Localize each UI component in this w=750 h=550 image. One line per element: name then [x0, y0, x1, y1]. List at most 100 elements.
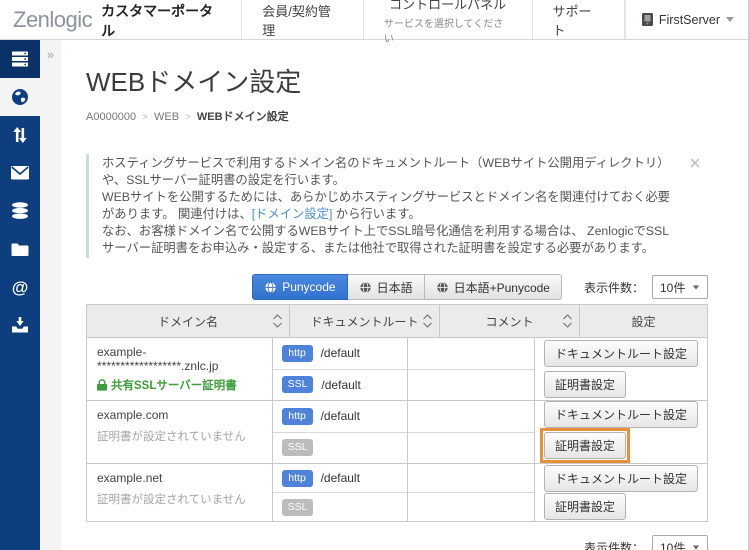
- nav-item-label: サポート: [553, 1, 604, 39]
- info-paragraph-3: なお、お客様ドメイン名で公開するWEBサイト上でSSL暗号化通信を利用する場合は…: [102, 223, 678, 257]
- docroot-settings-button[interactable]: ドキュメントルート設定: [544, 465, 698, 492]
- close-icon[interactable]: [688, 154, 702, 175]
- breadcrumb-current: WEBドメイン設定: [197, 111, 289, 123]
- ssl-docroot: SSL /default: [273, 370, 408, 401]
- domain-name: example.net: [97, 471, 262, 485]
- toggle-japanese[interactable]: 日本語: [348, 274, 425, 300]
- sidebar-item-mail[interactable]: [0, 154, 40, 192]
- domain-display-toggle: Punycode 日本語 日本語+Punycode: [252, 274, 562, 300]
- top-bar: Zenlogic カスタマーポータル 会員/契約管理 コントロールパネル サービ…: [0, 0, 750, 40]
- comment-ssl: [408, 370, 534, 401]
- globe-icon: [11, 88, 29, 106]
- page-size-label: 表示件数：: [584, 279, 644, 296]
- icon-sidebar: @: [0, 40, 40, 550]
- docroot-settings-button[interactable]: ドキュメントルート設定: [544, 401, 698, 428]
- sort-desc-icon: [273, 323, 282, 328]
- domain-table: ドメイン名 ドキュメントルート コメント: [86, 304, 708, 522]
- sidebar-item-email-address[interactable]: @: [0, 268, 40, 306]
- ssl-docroot: SSL: [273, 493, 408, 521]
- info-paragraph-1: ホスティングサービスで利用するドメイン名のドキュメントルート（WEBサイト公開用…: [102, 155, 678, 189]
- account-menu[interactable]: FirstServer: [625, 0, 750, 39]
- table-row: example- ******************.znlc.jp 共有SS…: [87, 337, 707, 400]
- breadcrumb-web[interactable]: WEB: [154, 111, 179, 123]
- globe-icon: [359, 281, 372, 294]
- column-label: コメント: [485, 313, 533, 330]
- sort-control[interactable]: [423, 315, 432, 328]
- sidebar-item-files[interactable]: [0, 230, 40, 268]
- toggle-label: 日本語: [377, 279, 413, 296]
- portal-title: カスタマーポータル: [101, 0, 225, 41]
- folder-icon: [11, 242, 29, 257]
- column-header-settings: 設定: [579, 305, 707, 337]
- toggle-punycode[interactable]: Punycode: [252, 274, 347, 300]
- sidebar-rail: »: [40, 40, 61, 550]
- settings-cell: ドキュメントルート設定 証明書設定: [534, 401, 707, 463]
- breadcrumb-separator: >: [185, 112, 191, 123]
- sidebar-item-transfer[interactable]: [0, 116, 40, 154]
- breadcrumb-account[interactable]: A0000000: [86, 111, 136, 123]
- toggle-label: 日本語+Punycode: [454, 279, 550, 296]
- domain-cell: example- ******************.znlc.jp 共有SS…: [87, 338, 272, 400]
- at-sign-icon: @: [12, 279, 29, 296]
- table-header-row: ドメイン名 ドキュメントルート コメント: [87, 305, 707, 337]
- sidebar-item-web-domain[interactable]: [0, 78, 40, 116]
- sidebar-item-database[interactable]: [0, 192, 40, 230]
- sidebar-item-hosting[interactable]: [0, 40, 40, 78]
- toggle-japanese-punycode[interactable]: 日本語+Punycode: [425, 274, 562, 300]
- database-icon: [11, 202, 29, 220]
- certificate-status: 証明書が設定されていません: [97, 428, 262, 444]
- nav-member-contract[interactable]: 会員/契約管理: [241, 0, 363, 39]
- device-icon: [642, 13, 653, 26]
- nav-control-panel[interactable]: コントロールパネル サービスを選択してください: [363, 0, 532, 39]
- certificate-status: 共有SSLサーバー証明書: [97, 377, 262, 393]
- sort-asc-icon: [423, 315, 432, 320]
- http-badge: http: [282, 345, 313, 362]
- docroot-settings-button[interactable]: ドキュメントルート設定: [544, 340, 698, 367]
- docroot-path: /default: [321, 346, 360, 360]
- page-size-label: 表示件数：: [584, 539, 644, 550]
- inbox-download-icon: [11, 317, 29, 334]
- nav-item-label: コントロールパネル: [389, 0, 506, 13]
- column-label: ドキュメントルート: [310, 313, 418, 330]
- breadcrumb-separator: >: [142, 112, 148, 123]
- info-box: ホスティングサービスで利用するドメイン名のドキュメントルート（WEBサイト公開用…: [86, 154, 708, 258]
- column-header-domain: ドメイン名: [87, 305, 289, 337]
- sidebar-item-import[interactable]: [0, 306, 40, 344]
- column-header-docroot: ドキュメントルート: [289, 305, 439, 337]
- breadcrumb: A0000000 > WEB > WEBドメイン設定: [86, 108, 708, 124]
- certificate-status-text: 共有SSLサーバー証明書: [111, 377, 237, 393]
- account-name: FirstServer: [659, 13, 720, 27]
- toggle-label: Punycode: [282, 280, 335, 294]
- http-docroot: http /default: [273, 464, 408, 493]
- nav-support[interactable]: サポート: [532, 0, 625, 39]
- domain-cell: example.com 証明書が設定されていません: [87, 401, 272, 463]
- table-row: example.com 証明書が設定されていません http /default …: [87, 400, 707, 463]
- app-logo[interactable]: Zenlogic カスタマーポータル: [0, 0, 225, 39]
- certificate-settings-button-highlighted[interactable]: 証明書設定: [544, 432, 626, 459]
- expand-sidebar-button[interactable]: »: [40, 40, 61, 64]
- sort-control[interactable]: [563, 315, 572, 328]
- globe-icon: [436, 281, 449, 294]
- domain-name: example.com: [97, 408, 262, 422]
- comment-cell: [407, 401, 534, 463]
- sort-control[interactable]: [273, 315, 282, 328]
- docroot-path: /default: [321, 471, 360, 485]
- page-size-select[interactable]: 10件: [652, 275, 708, 299]
- certificate-settings-button[interactable]: 証明書設定: [544, 493, 626, 520]
- certificate-settings-button[interactable]: 証明書設定: [544, 371, 626, 398]
- transfer-arrows-icon: [11, 126, 29, 144]
- docroot-cell: http /default SSL: [272, 401, 408, 463]
- ssl-badge-disabled: SSL: [282, 439, 314, 456]
- table-controls: Punycode 日本語 日本語+Punycode 表示件数： 10件: [86, 274, 708, 300]
- info-paragraph-2: WEBサイトを公開するためには、あらかじめホスティングサービスとドメイン名を関連…: [102, 189, 678, 223]
- top-navigation: 会員/契約管理 コントロールパネル サービスを選択してください サポート: [241, 0, 625, 39]
- table-row: example.net 証明書が設定されていません http /default …: [87, 463, 707, 521]
- page-title: WEBドメイン設定: [86, 62, 708, 99]
- domain-settings-link[interactable]: [ドメイン設定]: [252, 207, 333, 221]
- docroot-cell: http /default SSL /default: [272, 338, 408, 400]
- comment-http: [408, 338, 534, 370]
- page-size-select-bottom[interactable]: 10件: [652, 535, 708, 550]
- column-label: 設定: [631, 313, 655, 330]
- certificate-status: 証明書が設定されていません: [97, 491, 262, 507]
- comment-http: [408, 401, 534, 433]
